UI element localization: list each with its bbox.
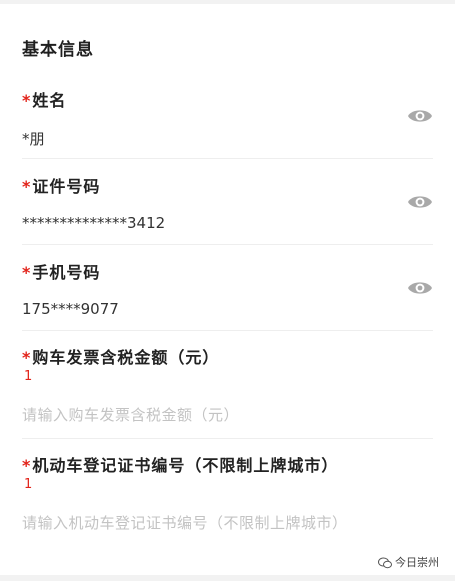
required-mark: * [22,91,32,110]
registration-number-label: *机动车登记证书编号（不限制上牌城市） [22,456,339,475]
required-mark: * [22,177,32,196]
eye-icon[interactable] [407,279,433,297]
registration-number-input[interactable] [22,511,422,535]
id-number-field: *证件号码 **************3412 [22,168,433,245]
required-mark: * [22,263,32,282]
name-field: *姓名 *朋 [22,82,433,159]
required-mark: * [22,348,32,367]
section-title: 基本信息 [22,40,94,60]
name-label: *姓名 [22,91,67,110]
id-number-value: **************3412 [22,214,166,232]
invoice-amount-field: *购车发票含税金额（元） 1 [22,340,433,439]
invoice-amount-input[interactable] [22,403,422,427]
phone-value: 175****9077 [22,300,119,318]
invoice-amount-count: 1 [24,369,33,384]
name-value: *朋 [22,130,45,148]
eye-icon[interactable] [407,193,433,211]
invoice-amount-label: *购车发票含税金额（元） [22,348,220,367]
registration-number-count: 1 [24,477,33,492]
phone-label: *手机号码 [22,263,101,282]
registration-number-field: *机动车登记证书编号（不限制上牌城市） 1 [22,448,433,548]
watermark: 今日崇州 [378,554,439,570]
id-number-label: *证件号码 [22,177,101,196]
required-mark: * [22,456,32,475]
basic-info-card: 基本信息 *姓名 *朋 *证件号码 **************3412 *手机… [0,4,455,575]
phone-field: *手机号码 175****9077 [22,254,433,331]
eye-icon[interactable] [407,107,433,125]
wechat-icon [378,557,392,569]
